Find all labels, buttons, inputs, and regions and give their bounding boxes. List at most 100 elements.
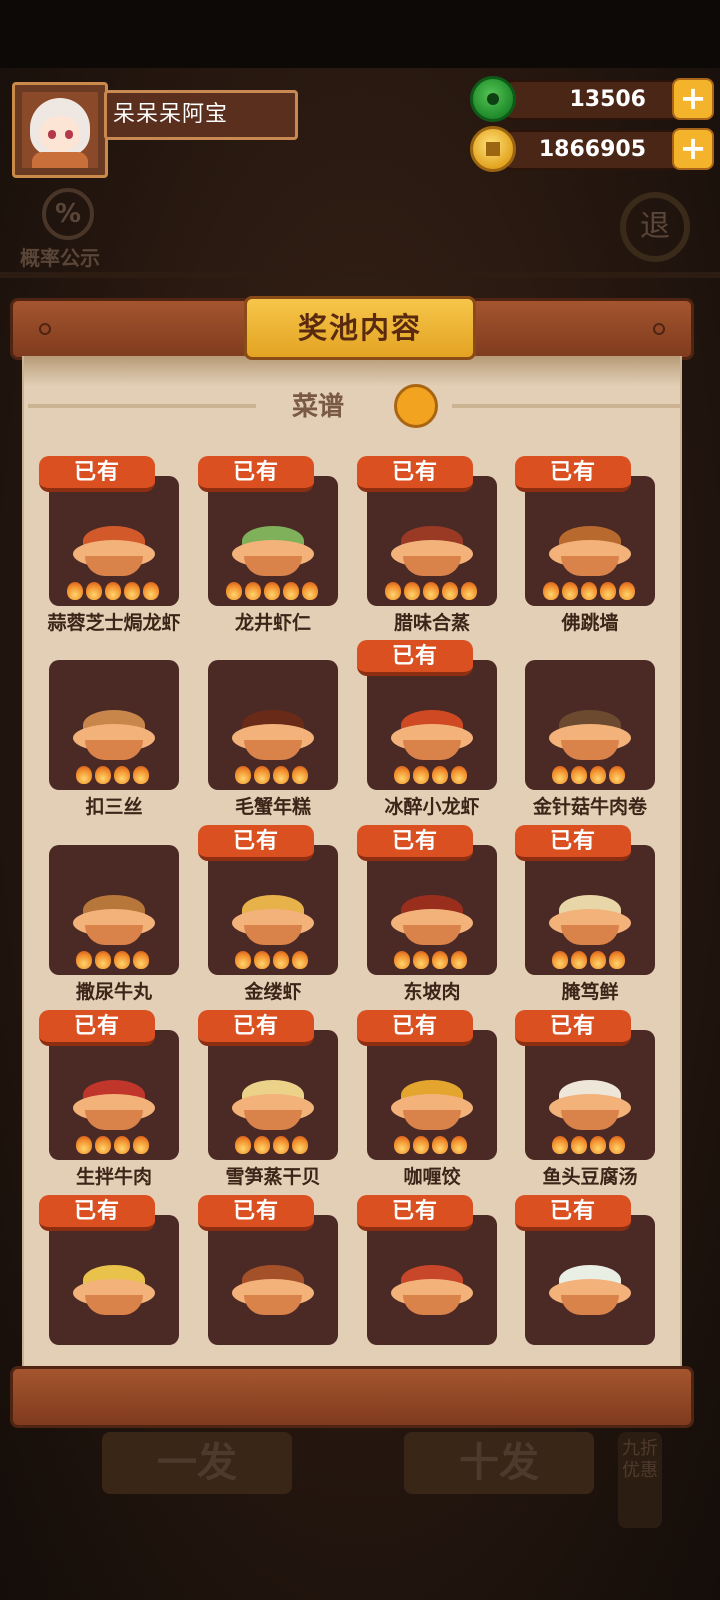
rarity-flames [76, 1136, 190, 1156]
dish-image [73, 1080, 155, 1130]
flame-icon [235, 766, 251, 784]
dish-image [232, 526, 314, 576]
flame-icon [95, 766, 111, 784]
owned-badge: 已有 [357, 1195, 473, 1231]
flame-icon [609, 766, 625, 784]
dish-name: 腊味合蒸 [393, 612, 470, 634]
owned-badge: 已有 [198, 456, 314, 492]
dish-card[interactable] [49, 660, 179, 790]
flame-icon [403, 582, 420, 600]
flame-icon [413, 766, 429, 784]
flame-icon [571, 1136, 587, 1154]
flame-icon [451, 951, 467, 969]
owned-badge: 已有 [515, 1195, 631, 1231]
dish-name: 金针菇牛肉卷 [532, 796, 647, 818]
add-jade-button[interactable]: + [672, 78, 714, 120]
dish-card[interactable] [525, 1215, 655, 1345]
dish-image [391, 1080, 473, 1130]
coin-icon [470, 126, 516, 172]
owned-badge: 已有 [515, 456, 631, 492]
dish-name: 生拌牛肉 [75, 1166, 152, 1188]
jade-icon [470, 76, 516, 122]
flame-icon [76, 951, 92, 969]
dish-card[interactable] [525, 845, 655, 975]
flame-icon [580, 582, 597, 600]
dish-card[interactable] [525, 476, 655, 606]
rarity-flames [66, 582, 181, 602]
owned-badge: 已有 [39, 1010, 155, 1046]
flame-icon [413, 1136, 429, 1154]
rarity-flames [225, 582, 340, 602]
dish-card[interactable] [525, 1030, 655, 1160]
owned-badge: 已有 [39, 456, 155, 492]
dish-image [232, 1265, 314, 1315]
jade-amount: 13506 [569, 87, 646, 112]
discount-tag: 九折优惠 [618, 1432, 662, 1528]
add-gold-button[interactable]: + [672, 128, 714, 170]
flame-icon [133, 1136, 149, 1154]
exit-button[interactable]: 退 [620, 192, 690, 262]
modal-title: 奖池内容 [244, 296, 476, 360]
owned-badge: 已有 [357, 1010, 473, 1046]
dish-image [232, 710, 314, 760]
dish-name: 蒜蓉芝士焗龙虾 [47, 612, 181, 634]
dish-card[interactable] [49, 845, 179, 975]
dish-card[interactable] [208, 660, 338, 790]
modal-bottom-bar [10, 1366, 694, 1428]
dish-image [391, 895, 473, 945]
flame-icon [590, 766, 606, 784]
rarity-flames [394, 766, 508, 786]
flame-icon [114, 1136, 130, 1154]
flame-icon [142, 582, 159, 600]
dish-image [391, 1265, 473, 1315]
prize-pool-panel[interactable]: 菜谱 已有 蒜蓉芝士焗龙虾 已有 龙井虾仁 已有 腊味合蒸 已有 佛跳墙 扣三丝 毛蟹年糕 已有 冰醉… [22, 356, 682, 1368]
dish-image [549, 526, 631, 576]
probability-icon[interactable]: % [42, 188, 94, 240]
dish-name: 撒尿牛丸 [75, 981, 152, 1003]
flame-icon [590, 1136, 606, 1154]
dish-image [391, 526, 473, 576]
dish-image [73, 895, 155, 945]
dish-card[interactable] [49, 1215, 179, 1345]
rarity-flames [235, 1136, 349, 1156]
flame-icon [301, 582, 318, 600]
dish-name: 金缕虾 [244, 981, 302, 1003]
dish-card[interactable] [367, 1215, 497, 1345]
dish-card[interactable] [208, 1215, 338, 1345]
dish-image [232, 895, 314, 945]
dish-card[interactable] [367, 1030, 497, 1160]
owned-badge: 已有 [198, 1010, 314, 1046]
rarity-flames [394, 951, 508, 971]
flame-icon [263, 582, 280, 600]
flame-icon [133, 951, 149, 969]
flame-icon [618, 582, 635, 600]
owned-badge: 已有 [515, 825, 631, 861]
flame-icon [254, 1136, 270, 1154]
flame-icon [542, 582, 559, 600]
flame-icon [282, 582, 299, 600]
dish-name: 龙井虾仁 [234, 612, 311, 634]
dish-card[interactable] [49, 1030, 179, 1160]
flame-icon [609, 1136, 625, 1154]
dish-card[interactable] [49, 476, 179, 606]
probability-label[interactable]: 概率公示 [20, 242, 100, 271]
dish-card[interactable] [208, 845, 338, 975]
owned-badge: 已有 [39, 1195, 155, 1231]
flame-icon [235, 951, 251, 969]
flame-icon [123, 582, 140, 600]
dish-image [73, 710, 155, 760]
dish-card[interactable] [367, 660, 497, 790]
rarity-flames [552, 766, 666, 786]
flame-icon [599, 582, 616, 600]
info-icon[interactable] [394, 384, 438, 428]
player-avatar[interactable] [12, 82, 108, 178]
dish-card[interactable] [208, 476, 338, 606]
rarity-flames [384, 582, 499, 602]
dish-card[interactable] [367, 845, 497, 975]
dish-card[interactable] [367, 476, 497, 606]
dish-card[interactable] [208, 1030, 338, 1160]
single-draw-button: 一发 [102, 1432, 292, 1494]
rarity-flames [542, 582, 657, 602]
flame-icon [552, 1136, 568, 1154]
dish-card[interactable] [525, 660, 655, 790]
